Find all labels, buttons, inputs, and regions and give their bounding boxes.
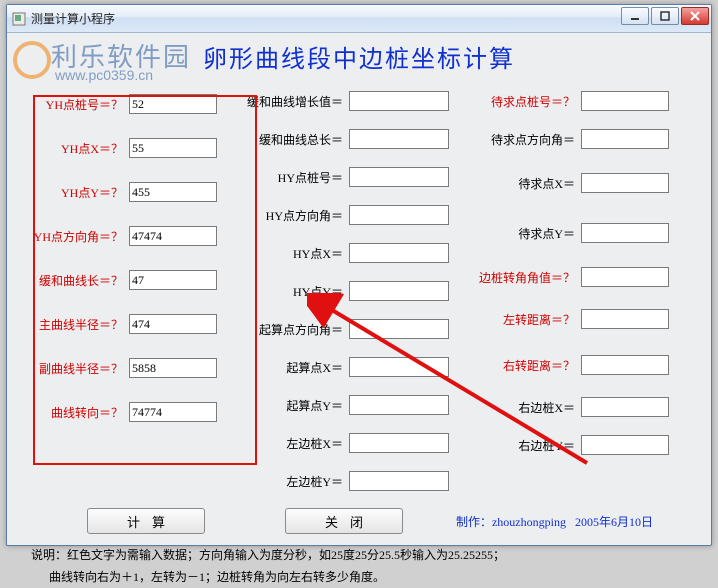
lbl-sub-radius: 副曲线半径＝？ — [19, 360, 129, 377]
credit-author-label: 制作： — [456, 515, 492, 529]
calculate-button[interactable]: 计算 — [87, 508, 205, 534]
notes-prefix: 说明： — [31, 548, 67, 562]
input-column-1: YH点桩号＝？ YH点X＝？ YH点Y＝？ YH点方向角＝？ 缓和曲线长＝？ 主… — [19, 82, 239, 500]
inp-right-dist[interactable] — [581, 355, 669, 375]
lbl-hy-y: HY点Y＝ — [239, 283, 349, 300]
lbl-left-dist: 左转距离＝？ — [471, 311, 581, 328]
out-start-azimuth[interactable] — [349, 319, 449, 339]
lbl-right-dist: 右转距离＝？ — [471, 357, 581, 374]
close-window-button[interactable] — [681, 7, 709, 25]
out-target-y[interactable] — [581, 223, 669, 243]
button-row: 计算 关闭 制作：zhouzhongping 2005年6月10日 — [7, 508, 711, 534]
lbl-start-y: 起算点Y＝ — [239, 397, 349, 414]
lbl-left-x: 左边桩X＝ — [239, 435, 349, 452]
lbl-target-x: 待求点X＝ — [471, 175, 581, 192]
out-right-y[interactable] — [581, 435, 669, 455]
lbl-yh-x: YH点X＝？ — [19, 140, 129, 157]
window-buttons — [621, 7, 709, 25]
lbl-left-y: 左边桩Y＝ — [239, 473, 349, 490]
inp-yh-y[interactable] — [129, 182, 217, 202]
output-column-3: 待求点桩号＝？ 待求点方向角＝ 待求点X＝ 待求点Y＝ 边桩转角角值＝？ 左转距… — [471, 82, 691, 500]
inp-left-dist[interactable] — [581, 309, 669, 329]
inp-spiral-len[interactable] — [129, 270, 217, 290]
maximize-button[interactable] — [651, 7, 679, 25]
client-area: 利乐软件园 www.pc0359.cn 卵形曲线段中边桩坐标计算 YH点桩号＝？… — [7, 33, 711, 545]
lbl-yh-stake: YH点桩号＝？ — [19, 96, 129, 113]
minimize-button[interactable] — [621, 7, 649, 25]
app-window: 测量计算小程序 利乐软件园 www.pc0359.cn 卵形曲线段中边桩坐标计算… — [6, 4, 712, 546]
inp-side-angle[interactable] — [581, 267, 669, 287]
lbl-hy-x: HY点X＝ — [239, 245, 349, 262]
lbl-target-azimuth: 待求点方向角＝ — [471, 131, 581, 148]
out-hy-y[interactable] — [349, 281, 449, 301]
lbl-hy-azimuth: HY点方向角＝ — [239, 207, 349, 224]
lbl-spiral-incr: 缓和曲线增长值＝ — [239, 93, 349, 110]
out-start-y[interactable] — [349, 395, 449, 415]
lbl-yh-y: YH点Y＝？ — [19, 184, 129, 201]
lbl-hy-stake: HY点桩号＝ — [239, 169, 349, 186]
inp-target-stake[interactable] — [581, 91, 669, 111]
titlebar[interactable]: 测量计算小程序 — [7, 5, 711, 33]
lbl-start-x: 起算点X＝ — [239, 359, 349, 376]
lbl-spiral-len: 缓和曲线长＝？ — [19, 272, 129, 289]
notes: 说明：红色文字为需输入数据；方向角输入为度分秒，如25度25分25.5秒输入为2… — [7, 538, 711, 588]
page-title: 卵形曲线段中边桩坐标计算 — [7, 39, 711, 74]
lbl-target-y: 待求点Y＝ — [471, 225, 581, 242]
out-start-x[interactable] — [349, 357, 449, 377]
credit-author: zhouzhongping — [492, 515, 566, 529]
notes-line2: 曲线转向右为＋1，左转为－1；边桩转角为向左右转多少角度。 — [49, 570, 385, 584]
inp-curve-turn[interactable] — [129, 402, 217, 422]
out-hy-azimuth[interactable] — [349, 205, 449, 225]
lbl-side-angle: 边桩转角角值＝？ — [471, 269, 581, 286]
close-button[interactable]: 关闭 — [285, 508, 403, 534]
lbl-right-x: 右边桩X＝ — [471, 399, 581, 416]
inp-yh-stake[interactable] — [129, 94, 217, 114]
out-spiral-total[interactable] — [349, 129, 449, 149]
lbl-target-stake: 待求点桩号＝？ — [471, 93, 581, 110]
output-column-2: 缓和曲线增长值＝ 缓和曲线总长＝ HY点桩号＝ HY点方向角＝ HY点X＝ HY… — [239, 82, 471, 500]
lbl-right-y: 右边桩Y＝ — [471, 437, 581, 454]
lbl-yh-azimuth: YH点方向角＝？ — [19, 228, 129, 245]
lbl-curve-turn: 曲线转向＝？ — [19, 404, 129, 421]
out-hy-stake[interactable] — [349, 167, 449, 187]
app-icon — [11, 11, 27, 27]
out-left-y[interactable] — [349, 471, 449, 491]
inp-yh-azimuth[interactable] — [129, 226, 217, 246]
out-right-x[interactable] — [581, 397, 669, 417]
inp-yh-x[interactable] — [129, 138, 217, 158]
credit-date: 2005年6月10日 — [575, 515, 653, 529]
out-spiral-incr[interactable] — [349, 91, 449, 111]
out-target-azimuth[interactable] — [581, 129, 669, 149]
window-title: 测量计算小程序 — [31, 10, 115, 27]
out-target-x[interactable] — [581, 173, 669, 193]
lbl-main-radius: 主曲线半径＝？ — [19, 316, 129, 333]
inp-main-radius[interactable] — [129, 314, 217, 334]
lbl-spiral-total: 缓和曲线总长＝ — [239, 131, 349, 148]
out-hy-x[interactable] — [349, 243, 449, 263]
out-left-x[interactable] — [349, 433, 449, 453]
credit-text: 制作：zhouzhongping 2005年6月10日 — [456, 513, 653, 530]
lbl-start-azimuth: 起算点方向角＝ — [239, 321, 349, 338]
inp-sub-radius[interactable] — [129, 358, 217, 378]
notes-line1: 红色文字为需输入数据；方向角输入为度分秒，如25度25分25.5秒输入为25.2… — [67, 548, 505, 562]
